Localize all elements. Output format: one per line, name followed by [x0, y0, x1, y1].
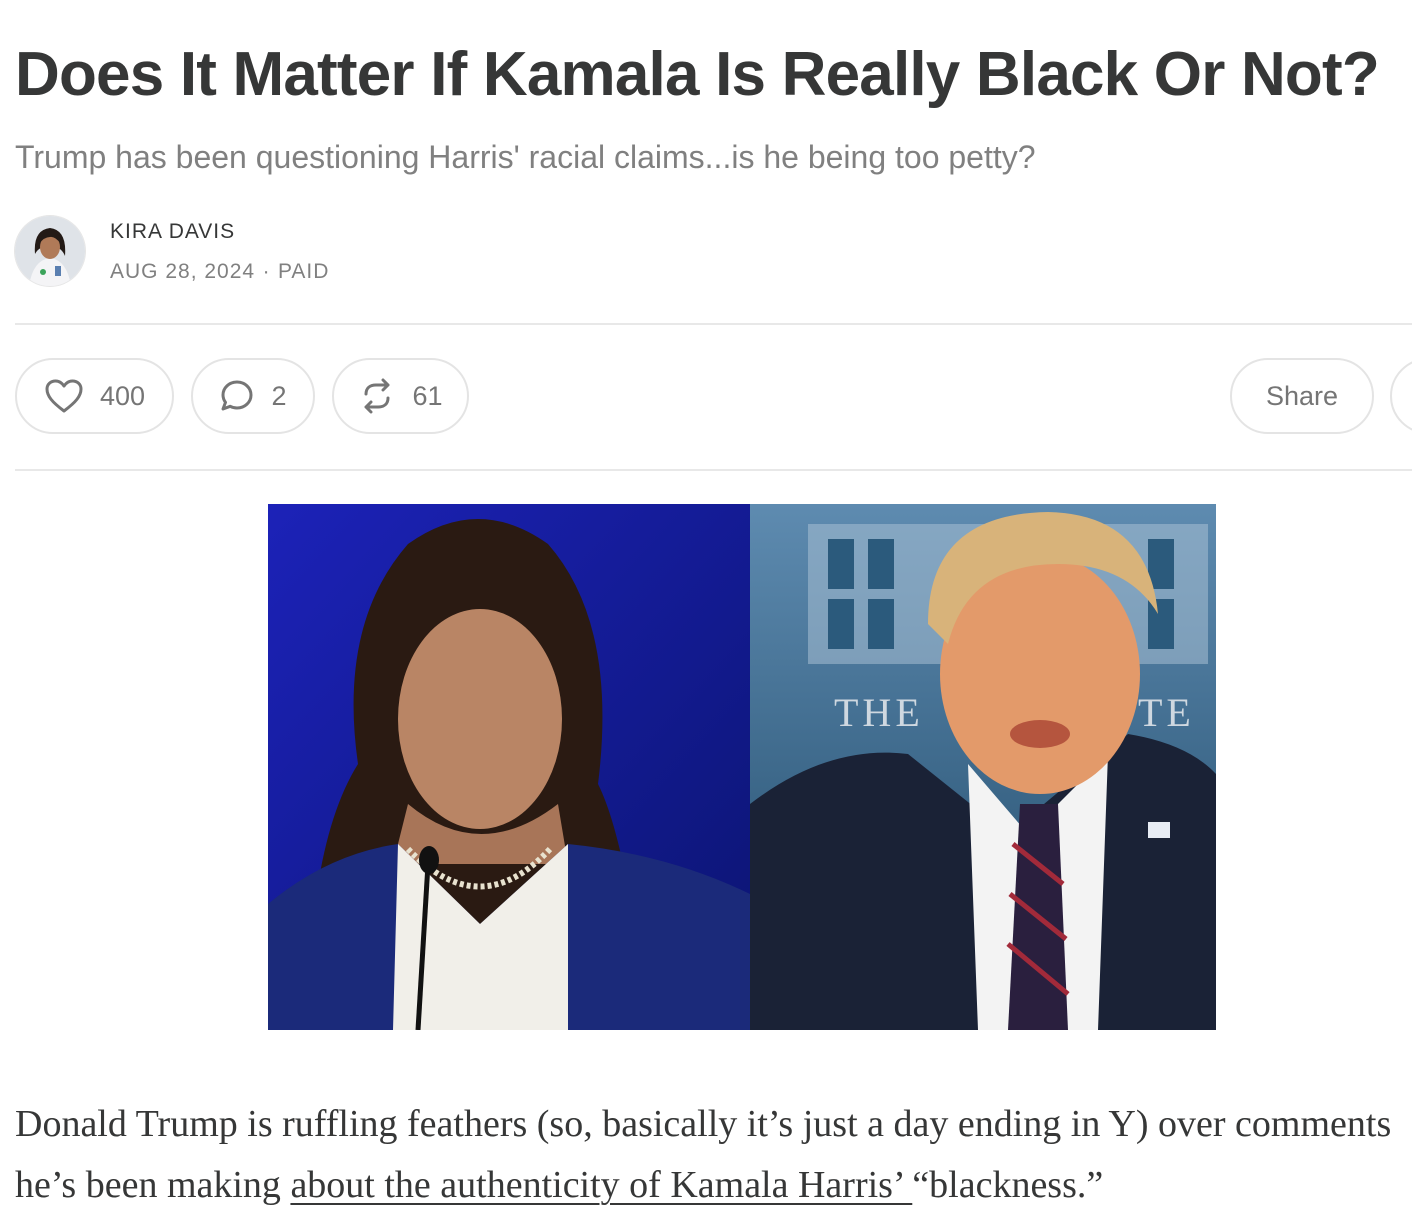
share-label: Share — [1265, 380, 1339, 411]
author-name[interactable]: KIRA DAVIS — [110, 220, 235, 244]
post-date: AUG 28, 2024 — [110, 260, 256, 283]
comment-count: 2 — [271, 380, 287, 411]
comment-button[interactable]: 2 — [191, 358, 315, 434]
access-badge: PAID — [277, 260, 330, 283]
left-face — [398, 609, 562, 829]
author-avatar[interactable] — [15, 216, 85, 286]
like-button[interactable]: 400 — [15, 358, 174, 434]
restack-button[interactable]: 61 — [332, 358, 469, 434]
article-paragraph: Donald Trump is ruffling feathers (so, b… — [15, 1094, 1405, 1216]
sign-text-right: TE — [1138, 690, 1195, 735]
restack-count: 61 — [412, 380, 443, 411]
like-count: 400 — [99, 380, 146, 411]
post-title: Does It Matter If Kamala Is Really Black… — [15, 40, 1380, 109]
more-options-button[interactable] — [1390, 358, 1412, 434]
restack-icon — [358, 378, 396, 414]
divider-bottom — [15, 469, 1412, 471]
divider-top — [15, 323, 1412, 325]
post-subtitle: Trump has been questioning Harris' racia… — [15, 139, 1036, 175]
comment-icon — [219, 378, 255, 414]
sign-text-left: THE — [834, 690, 924, 735]
meta-separator: ∙ — [263, 260, 270, 283]
inline-link[interactable]: about the authenticity of Kamala Harris’ — [290, 1164, 912, 1206]
hero-image[interactable]: THE TE — [268, 504, 1216, 1030]
share-button[interactable]: Share — [1230, 358, 1374, 434]
heart-icon — [44, 378, 84, 414]
post-meta: AUG 28, 2024 ∙ PAID — [110, 260, 329, 284]
paragraph-text-end: “blackness.” — [912, 1164, 1104, 1206]
